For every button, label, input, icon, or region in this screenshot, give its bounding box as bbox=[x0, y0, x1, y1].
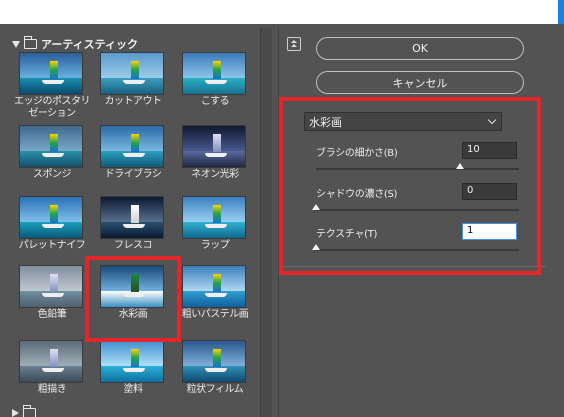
sailboat-sail bbox=[131, 134, 139, 152]
sailboat-sail bbox=[50, 134, 58, 152]
filter-thumb-wrap[interactable]: ラップ bbox=[181, 196, 261, 266]
sailboat-sail bbox=[213, 349, 221, 367]
filter-label: ドライブラシ bbox=[104, 169, 162, 180]
collapsed-triangle-icon bbox=[12, 409, 19, 417]
sailboat-sail bbox=[131, 205, 139, 223]
sailboat-hull bbox=[42, 80, 64, 84]
sailboat-sail bbox=[50, 274, 58, 292]
sailboat-sail bbox=[50, 205, 58, 223]
sailboat-sail bbox=[50, 349, 58, 367]
sailboat-sail bbox=[213, 61, 221, 79]
filter-preview-image bbox=[182, 52, 246, 95]
filter-label: 粗いパステル画 bbox=[181, 309, 249, 320]
filter-label: カットアウト bbox=[104, 96, 163, 107]
sailboat-hull bbox=[205, 293, 227, 297]
title-bar bbox=[0, 0, 564, 24]
sailboat-sail bbox=[50, 61, 58, 79]
next-category-header[interactable] bbox=[12, 405, 36, 417]
sailboat-hull bbox=[42, 153, 64, 157]
sailboat-hull bbox=[205, 368, 227, 372]
filter-gallery: アーティスティック エッジのポスタリゼーション カットアウト こするスポンジ ドライブ… bbox=[0, 28, 272, 417]
filter-preview-image bbox=[182, 196, 246, 239]
filter-label: 粗描き bbox=[37, 384, 67, 395]
filter-thumb-underpainting[interactable]: 粗描き bbox=[18, 340, 98, 410]
filter-preview-image bbox=[182, 125, 246, 168]
sailboat-hull bbox=[42, 368, 64, 372]
collapse-gallery-icon[interactable] bbox=[287, 37, 301, 51]
folder-icon bbox=[23, 405, 36, 417]
sailboat-hull bbox=[42, 293, 64, 297]
sailboat-hull bbox=[42, 224, 64, 228]
filter-thumb-poster[interactable]: エッジのポスタリゼーション bbox=[14, 52, 98, 122]
filter-thumb-grain[interactable]: 粒状フィルム bbox=[181, 340, 261, 410]
sailboat-sail bbox=[131, 349, 139, 367]
sailboat-sail bbox=[213, 134, 221, 152]
expand-triangle-icon bbox=[12, 40, 20, 48]
filter-label: 粒状フィルム bbox=[186, 384, 244, 395]
filter-preview-image bbox=[19, 265, 83, 308]
filter-preview-image bbox=[19, 196, 83, 239]
highlight-box-selected-filter bbox=[85, 256, 181, 342]
sailboat-sail bbox=[213, 205, 221, 223]
filter-preview-image bbox=[100, 196, 164, 239]
filter-label: スポンジ bbox=[33, 169, 72, 180]
highlight-box-settings bbox=[279, 97, 541, 275]
sailboat-sail bbox=[131, 61, 139, 79]
filter-preview-image bbox=[100, 52, 164, 95]
filter-thumb-neon[interactable]: ネオン光彩 bbox=[181, 125, 261, 195]
filter-label: ネオン光彩 bbox=[191, 169, 239, 180]
filter-thumb-paint[interactable]: 塗料 bbox=[99, 340, 179, 410]
filter-preview-image bbox=[182, 340, 246, 383]
category-label: アーティスティック bbox=[41, 38, 139, 51]
sailboat-hull bbox=[205, 80, 227, 84]
filter-thumb-sponge[interactable]: スポンジ bbox=[18, 125, 98, 195]
filter-label: 塗料 bbox=[123, 384, 144, 395]
filter-preview-image bbox=[100, 340, 164, 383]
filter-label: エッジのポスタリゼーション bbox=[14, 96, 91, 119]
sailboat-hull bbox=[205, 224, 227, 228]
filter-label: こする bbox=[200, 96, 230, 107]
filter-preview-image bbox=[19, 52, 83, 95]
filter-preview-image bbox=[19, 125, 83, 168]
gallery-scrollbar[interactable] bbox=[260, 28, 272, 417]
sailboat-hull bbox=[123, 80, 145, 84]
filter-preview-image bbox=[100, 125, 164, 168]
filter-label: パレットナイフ bbox=[18, 240, 86, 251]
filter-label: フレスコ bbox=[114, 240, 153, 251]
filter-thumb-cutout[interactable]: カットアウト bbox=[99, 52, 179, 122]
sailboat-hull bbox=[123, 224, 145, 228]
filter-thumb-drybrush[interactable]: ドライブラシ bbox=[99, 125, 179, 195]
sailboat-hull bbox=[123, 153, 145, 157]
sailboat-hull bbox=[205, 153, 227, 157]
filter-label: ラップ bbox=[200, 240, 230, 251]
title-bar-accent bbox=[558, 0, 564, 24]
filter-thumb-smudge[interactable]: こする bbox=[181, 52, 261, 122]
filter-thumb-pastel[interactable]: 粗いパステル画 bbox=[181, 265, 261, 335]
folder-icon bbox=[24, 36, 37, 49]
sailboat-sail bbox=[213, 274, 221, 292]
filter-label: 色鉛筆 bbox=[37, 309, 67, 320]
category-header[interactable]: アーティスティック bbox=[12, 36, 138, 52]
cancel-button[interactable]: キャンセル bbox=[316, 71, 524, 94]
filter-preview-image bbox=[19, 340, 83, 383]
ok-button[interactable]: OK bbox=[316, 37, 524, 60]
sailboat-hull bbox=[123, 368, 145, 372]
filter-preview-image bbox=[182, 265, 246, 308]
